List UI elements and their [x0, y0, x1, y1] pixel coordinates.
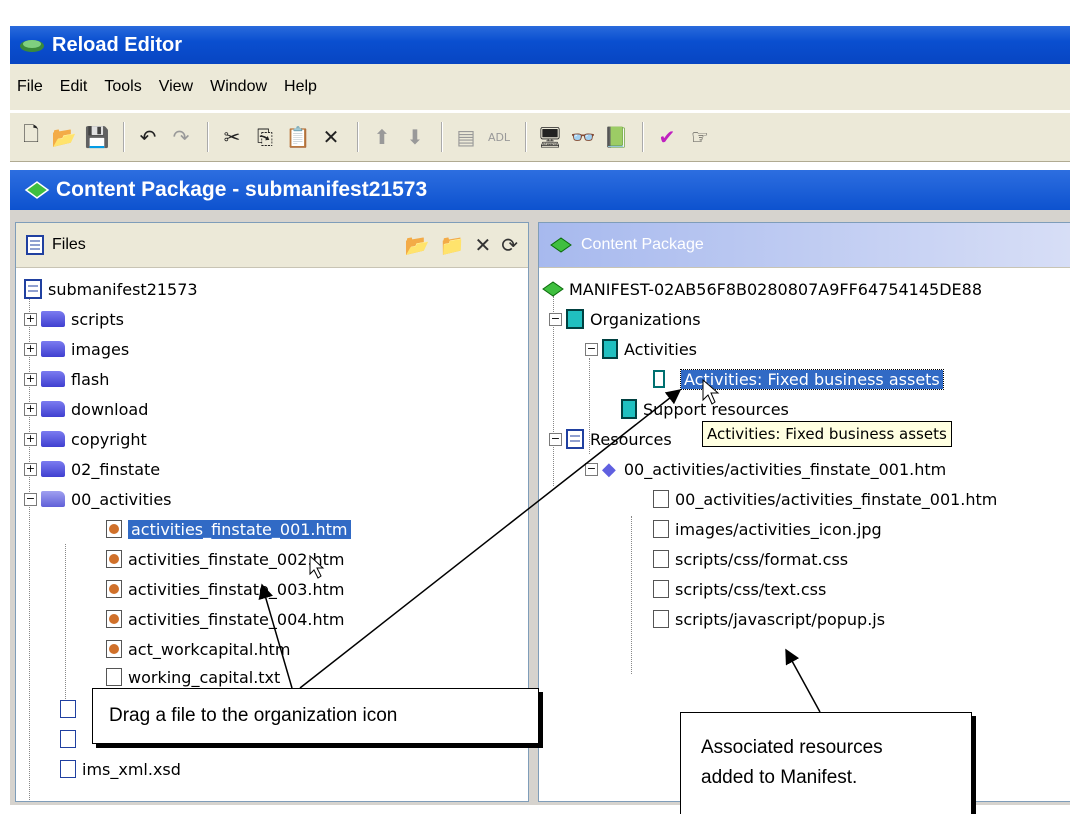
resources-arrow	[785, 648, 821, 713]
mouse-cursor-icon	[309, 554, 325, 579]
drag-callout-text: Drag a file to the organization icon	[109, 705, 398, 726]
resources-callout: Associated resources added to Manifest.	[680, 712, 972, 814]
mouse-cursor-icon	[702, 378, 720, 405]
drag-arrow-to-org	[299, 389, 682, 689]
drag-arrow-from-file	[258, 583, 293, 689]
resources-callout-text: Associated resources added to Manifest.	[701, 737, 883, 788]
drag-callout: Drag a file to the organization icon	[92, 688, 539, 744]
